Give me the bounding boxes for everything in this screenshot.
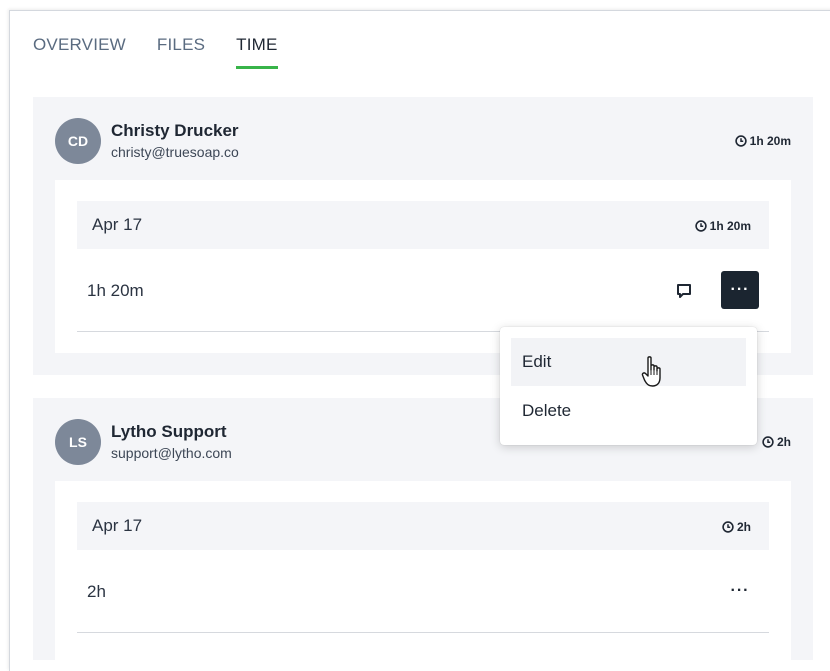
clock-icon [734, 135, 747, 147]
clock-icon [694, 220, 707, 232]
clock-icon [762, 436, 774, 448]
day-date: Apr 17 [92, 516, 143, 535]
user-name: Lytho Support [111, 422, 227, 441]
user-email: support@lytho.com [111, 445, 232, 461]
day-total-label: 1h 20m [709, 219, 751, 233]
tab-time[interactable]: TIME [236, 35, 279, 69]
more-options-button[interactable]: ··· [721, 572, 759, 610]
avatar: CD [55, 118, 101, 164]
entry-divider [77, 632, 769, 633]
comment-icon[interactable] [675, 282, 693, 300]
tab-files[interactable]: FILES [157, 35, 205, 69]
day-total-time: 2h [722, 520, 751, 534]
day-row: Apr 17 1h 20m [77, 201, 769, 249]
avatar: LS [55, 419, 101, 465]
entry-context-menu: Edit Delete [500, 327, 757, 445]
more-options-button[interactable]: ··· [721, 271, 759, 309]
time-entry-duration: 1h 20m [87, 281, 144, 300]
day-entries: Apr 17 2h 2h ··· [55, 481, 791, 660]
tab-bar: OVERVIEW FILES TIME [33, 35, 309, 69]
user-total-label: 1h 20m [749, 134, 791, 148]
day-total-time: 1h 20m [694, 219, 751, 233]
more-icon: ··· [730, 582, 750, 599]
clock-icon [722, 521, 734, 533]
menu-item-delete[interactable]: Delete [511, 387, 746, 435]
menu-item-edit[interactable]: Edit [511, 338, 746, 386]
day-total-label: 2h [736, 520, 751, 534]
more-icon: ··· [730, 281, 750, 298]
hand-pointer-cursor-icon [641, 356, 661, 387]
user-name: Christy Drucker [111, 121, 239, 140]
user-total-label: 2h [776, 435, 791, 449]
time-entry-duration: 2h [87, 582, 106, 601]
tab-overview[interactable]: OVERVIEW [33, 35, 126, 69]
day-date: Apr 17 [92, 215, 143, 234]
user-email: christy@truesoap.co [111, 144, 239, 160]
user-total-time: 2h [762, 435, 791, 449]
user-total-time: 1h 20m [734, 134, 791, 148]
day-row: Apr 17 2h [77, 502, 769, 550]
